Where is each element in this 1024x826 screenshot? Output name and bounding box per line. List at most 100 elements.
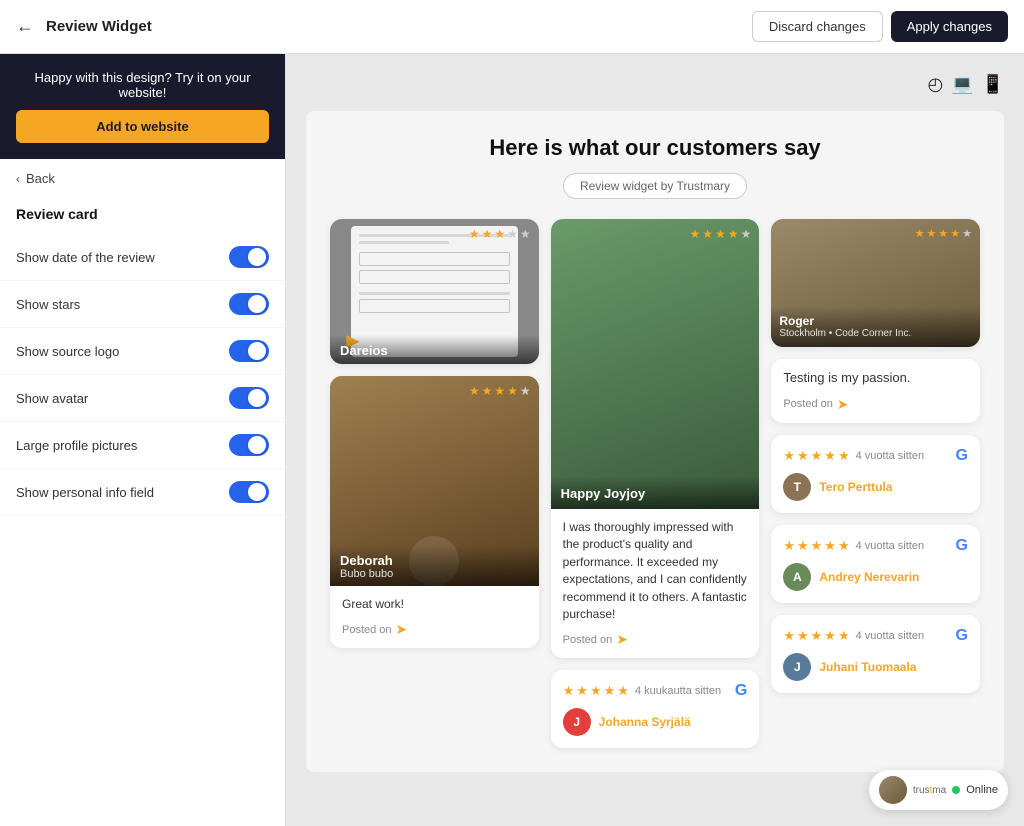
user-name[interactable]: Johanna Syrjälä xyxy=(599,715,691,729)
card-text: Testing is my passion. xyxy=(783,369,968,388)
user-avatar: J xyxy=(563,708,591,736)
card-text: Great work! xyxy=(342,596,527,613)
reviewer-name: Happy Joyjoy xyxy=(561,486,750,501)
option-large-profile: Large profile pictures xyxy=(0,422,285,469)
toggle-show-date[interactable] xyxy=(229,246,269,268)
source-icon: ➤ xyxy=(616,631,628,648)
reviewer-name: Dareios xyxy=(340,343,529,358)
card-user: A Andrey Nerevarin xyxy=(783,563,968,591)
device-icons: ◴ 💻 📱 xyxy=(306,74,1004,95)
online-text: Online xyxy=(966,784,998,796)
toggle-large-profile[interactable] xyxy=(229,434,269,456)
user-avatar: T xyxy=(783,473,811,501)
star-1: ★ xyxy=(469,384,480,398)
badge-label: Review widget by Trustmary xyxy=(563,173,747,199)
star-2: ★ xyxy=(482,227,493,241)
sidebar-options: Show date of the review Show stars Show … xyxy=(0,234,285,516)
review-time: 4 kuukautta sitten xyxy=(635,685,721,697)
toggle-show-personal-info[interactable] xyxy=(229,481,269,503)
back-label: Back xyxy=(26,171,55,186)
option-show-stars: Show stars xyxy=(0,281,285,328)
option-show-source-logo: Show source logo xyxy=(0,328,285,375)
header-actions: Discard changes Apply changes xyxy=(752,11,1008,42)
stars-overlay: ★ ★ ★ ★ ★ xyxy=(469,227,531,241)
stars-row: ★ ★ ★ ★ ★ xyxy=(783,448,849,464)
review-time: 4 vuotta sitten xyxy=(856,630,925,642)
sidebar-nav: ‹ Back xyxy=(0,159,285,198)
option-label: Show stars xyxy=(16,297,80,312)
star-5: ★ xyxy=(520,384,531,398)
card-user: T Tero Perttula xyxy=(783,473,968,501)
google-logo: G xyxy=(735,682,747,700)
back-button[interactable]: ‹ Back xyxy=(16,171,269,186)
online-indicator xyxy=(952,786,960,794)
apply-button[interactable]: Apply changes xyxy=(891,11,1008,42)
promo-text: Happy with this design? Try it on your w… xyxy=(16,70,269,100)
toggle-show-stars[interactable] xyxy=(229,293,269,315)
section-title: Review card xyxy=(0,198,285,234)
card-dareios: ★ ★ ★ ★ ★ ► Dareios xyxy=(330,219,539,364)
stars-overlay: ★ ★ ★ ★ ★ xyxy=(469,384,531,398)
back-icon[interactable]: ← xyxy=(16,16,34,37)
card-top: ★ ★ ★ ★ ★ 4 vuotta sitten G xyxy=(783,537,968,555)
chevron-left-icon: ‹ xyxy=(16,172,20,186)
review-time: 4 vuotta sitten xyxy=(856,540,925,552)
option-show-avatar: Show avatar xyxy=(0,375,285,422)
card-overlay: Dareios xyxy=(330,335,539,364)
star-4: ★ xyxy=(507,384,518,398)
main-layout: Happy with this design? Try it on your w… xyxy=(0,54,1024,826)
stars-time: ★ ★ ★ ★ ★ 4 vuotta sitten xyxy=(783,628,924,644)
card-body: I was thoroughly impressed with the prod… xyxy=(551,509,760,658)
card-deborah: ★ ★ ★ ★ ★ Deborah Bubo bubo xyxy=(330,376,539,648)
stars-row: ★ ★ ★ ★ ★ xyxy=(783,538,849,554)
option-label: Show date of the review xyxy=(16,250,155,265)
card-testing: Testing is my passion. Posted on ➤ xyxy=(771,359,980,423)
user-name[interactable]: Andrey Nerevarin xyxy=(819,570,919,584)
tablet-icon[interactable]: 💻 xyxy=(951,74,973,95)
option-show-personal-info: Show personal info field xyxy=(0,469,285,516)
reviewer-sub: Bubo bubo xyxy=(340,568,529,580)
star-5: ★ xyxy=(520,227,531,241)
stars-overlay: ★ ★ ★ ★ ★ xyxy=(915,227,972,240)
sidebar: Happy with this design? Try it on your w… xyxy=(0,54,286,826)
stars-row: ★ ★ ★ ★ ★ xyxy=(563,683,629,699)
desktop-icon[interactable]: ◴ xyxy=(927,74,943,95)
google-logo: G xyxy=(956,627,968,645)
star-2: ★ xyxy=(482,384,493,398)
toggle-show-source-logo[interactable] xyxy=(229,340,269,362)
toggle-show-avatar[interactable] xyxy=(229,387,269,409)
widget-badge: Review widget by Trustmary xyxy=(330,173,980,199)
user-name[interactable]: Tero Perttula xyxy=(819,480,892,494)
column-2: Happy Joyjoy ★ ★ ★ ★ ★ I was thorou xyxy=(551,219,760,748)
sidebar-promo: Happy with this design? Try it on your w… xyxy=(0,54,285,159)
page-title: Review Widget xyxy=(46,18,152,35)
main-preview: ◴ 💻 📱 Here is what our customers say Rev… xyxy=(286,54,1024,826)
card-juhani: ★ ★ ★ ★ ★ 4 vuotta sitten G xyxy=(771,615,980,693)
brand-label: trustma xyxy=(913,785,946,796)
stars-time: ★ ★ ★ ★ ★ 4 vuotta sitten xyxy=(783,448,924,464)
widget-preview: Here is what our customers say Review wi… xyxy=(306,111,1004,772)
source-icon: ➤ xyxy=(396,621,408,638)
card-overlay: Deborah Bubo bubo xyxy=(330,545,539,586)
online-badge[interactable]: trustma Online xyxy=(869,770,1008,810)
header-left: ← Review Widget xyxy=(16,16,152,37)
card-happyjoyjoy: Happy Joyjoy ★ ★ ★ ★ ★ I was thorou xyxy=(551,219,760,658)
card-top: ★ ★ ★ ★ ★ 4 vuotta sitten G xyxy=(783,447,968,465)
card-johanna: ★ ★ ★ ★ ★ 4 kuukautta sitten G xyxy=(551,670,760,748)
option-label: Large profile pictures xyxy=(16,438,137,453)
mobile-icon[interactable]: 📱 xyxy=(982,74,1004,95)
card-text: I was thoroughly impressed with the prod… xyxy=(563,519,748,623)
posted-label: Posted on xyxy=(342,624,392,636)
user-name[interactable]: Juhani Tuomaala xyxy=(819,660,916,674)
discard-button[interactable]: Discard changes xyxy=(752,11,883,42)
option-label: Show source logo xyxy=(16,344,119,359)
option-label: Show avatar xyxy=(16,391,88,406)
posted-label: Posted on xyxy=(563,634,613,646)
posted-on: Posted on ➤ xyxy=(563,631,748,648)
widget-title: Here is what our customers say xyxy=(330,135,980,161)
star-1: ★ xyxy=(469,227,480,241)
star-3: ★ xyxy=(494,227,505,241)
reviewer-sub: Stockholm • Code Corner Inc. xyxy=(779,328,972,339)
google-logo: G xyxy=(956,537,968,555)
add-to-website-button[interactable]: Add to website xyxy=(16,110,269,143)
